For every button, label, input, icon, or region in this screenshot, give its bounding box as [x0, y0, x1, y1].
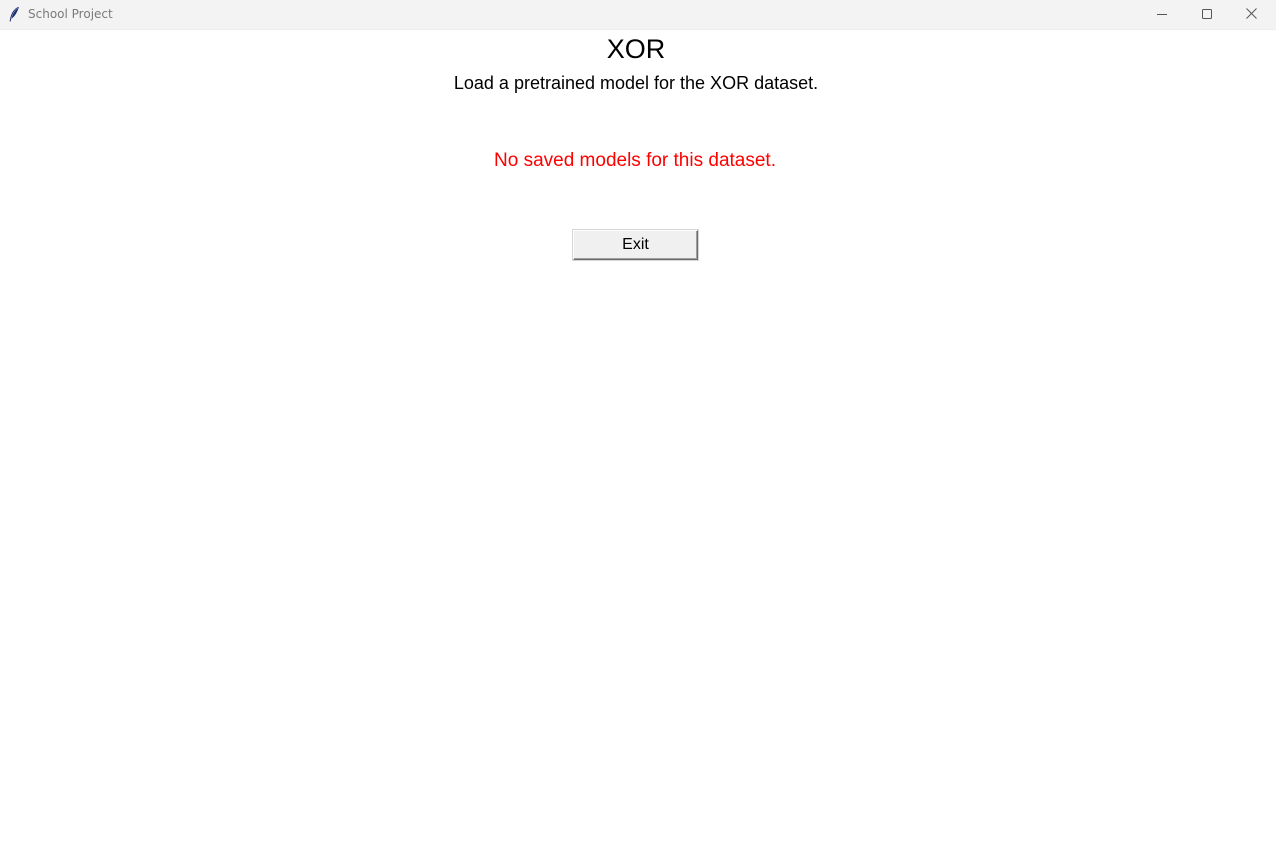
no-models-message: No saved models for this dataset. — [494, 150, 776, 171]
maximize-button[interactable] — [1184, 0, 1229, 29]
title-bar[interactable]: School Project — [0, 0, 1276, 30]
minimize-icon — [1156, 6, 1167, 24]
close-icon — [1246, 6, 1257, 24]
window-title: School Project — [28, 7, 113, 21]
close-button[interactable] — [1229, 0, 1274, 29]
app-window: School Project XOR Load a pretrained mod… — [0, 0, 1276, 860]
feather-icon — [7, 6, 21, 22]
page-subtitle: Load a pretrained model for the XOR data… — [453, 73, 819, 93]
page-title: XOR — [606, 34, 666, 64]
exit-button[interactable]: Exit — [572, 229, 699, 261]
maximize-icon — [1201, 6, 1212, 24]
minimize-button[interactable] — [1139, 0, 1184, 29]
main-content: XOR Load a pretrained model for the XOR … — [0, 30, 1276, 860]
